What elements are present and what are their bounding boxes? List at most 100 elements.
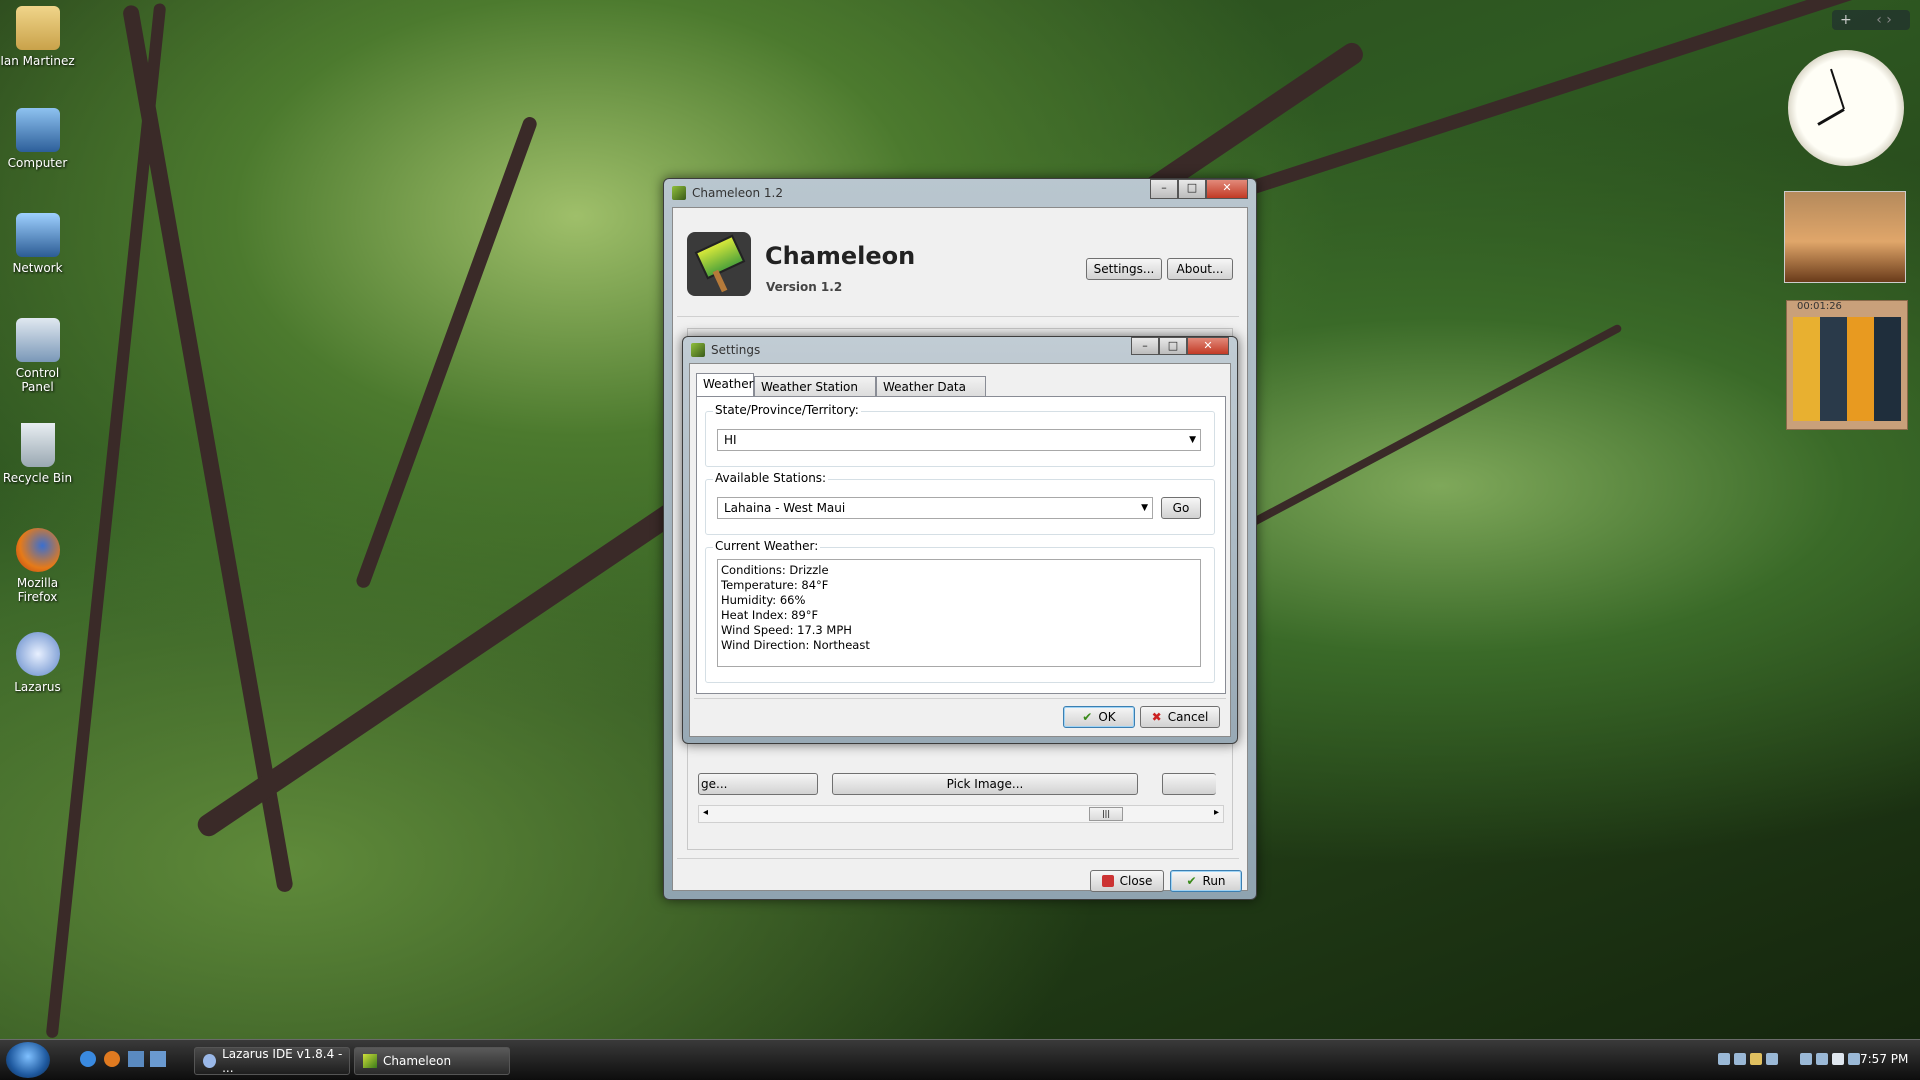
tab-panel: State/Province/Territory: HI ▼ Available…: [696, 396, 1226, 694]
desktop-icon-label: Network: [12, 261, 63, 275]
station-value: Lahaina - West Maui: [724, 501, 846, 515]
footer-divider: [677, 858, 1239, 859]
desktop-icon-network[interactable]: Network: [0, 213, 75, 275]
tray-icon-1[interactable]: [1718, 1053, 1730, 1065]
cancel-button[interactable]: ✖ Cancel: [1140, 706, 1220, 728]
header-panel: Chameleon Version 1.2 Settings... About.…: [677, 212, 1239, 317]
chameleon-logo-icon: [687, 232, 751, 296]
weather-line: Conditions: Drizzle: [721, 563, 829, 577]
scroll-right-icon[interactable]: ▸: [1214, 807, 1219, 818]
taskbar-item-label: Chameleon: [383, 1054, 452, 1068]
dialog-client: Weather Weather Station XML Weather Data…: [689, 363, 1231, 737]
dropdown-arrow-icon: ▼: [1141, 503, 1148, 513]
settings-dialog: Settings – □ ✕ Weather Weather Station X…: [682, 336, 1238, 744]
window-title: Chameleon 1.2: [692, 186, 783, 200]
app-version: Version 1.2: [766, 280, 843, 294]
dialog-maximize-button[interactable]: □: [1159, 337, 1187, 355]
quicklaunch-switch-icon[interactable]: [150, 1051, 166, 1067]
chameleon-small-icon: [363, 1054, 377, 1068]
weather-line: Wind Speed: 17.3 MPH: [721, 623, 852, 637]
pick-image-left-button[interactable]: ge...: [698, 773, 818, 795]
taskbar-item-chameleon[interactable]: Chameleon: [354, 1047, 510, 1075]
cancel-x-icon: ✖: [1151, 710, 1162, 724]
tray-icon-4[interactable]: [1766, 1053, 1778, 1065]
tab-weather[interactable]: Weather: [696, 373, 754, 396]
desktop-icon-control-panel[interactable]: Control Panel: [0, 318, 75, 394]
about-button[interactable]: About...: [1167, 258, 1233, 280]
horizontal-scrollbar[interactable]: ◂ ||| ▸: [698, 805, 1224, 823]
tray-icon-3[interactable]: [1750, 1053, 1762, 1065]
recycle-bin-icon: [20, 423, 55, 467]
close-button-label: Close: [1119, 874, 1153, 888]
maximize-button[interactable]: □: [1178, 179, 1206, 199]
desktop-icon-firefox[interactable]: Mozilla Firefox: [0, 528, 75, 604]
tab-weather-station-xml[interactable]: Weather Station XML: [754, 376, 876, 414]
dropdown-arrow-icon: ▼: [1189, 435, 1196, 445]
quicklaunch-ie-icon[interactable]: [80, 1051, 96, 1067]
lazarus-icon: [15, 632, 60, 676]
desktop-icon-label: Mozilla Firefox: [16, 576, 59, 604]
desktop-icon-computer[interactable]: Computer: [0, 108, 75, 170]
tray-icon-5[interactable]: [1800, 1053, 1812, 1065]
timer-label: 00:01:26: [1797, 301, 1842, 312]
desktop-icon-lazarus[interactable]: Lazarus: [0, 632, 75, 694]
dialog-close-button[interactable]: ✕: [1187, 337, 1229, 355]
check-icon: ✔: [1186, 874, 1197, 888]
gadget-toolbar[interactable]: + ‹ ›: [1832, 10, 1910, 30]
nav-arrows-icon[interactable]: ‹ ›: [1876, 12, 1892, 28]
close-button[interactable]: Close: [1090, 870, 1164, 892]
firefox-icon: [15, 528, 60, 572]
lazarus-small-icon: [203, 1054, 217, 1068]
slideshow-gadget[interactable]: [1784, 191, 1906, 283]
start-button[interactable]: [6, 1042, 50, 1078]
clock-minute-hand: [1830, 68, 1845, 110]
dialog-app-icon: [691, 343, 705, 357]
quicklaunch-firefox-icon[interactable]: [104, 1051, 120, 1067]
dialog-footer-divider: [694, 698, 1226, 699]
weather-text-area[interactable]: Conditions: Drizzle Temperature: 84°F Hu…: [717, 559, 1201, 667]
desktop-icon-label: Computer: [7, 156, 68, 170]
desktop-icon-recycle-bin[interactable]: Recycle Bin: [0, 423, 75, 485]
app-name: Chameleon: [765, 242, 916, 270]
safely-remove-icon[interactable]: [1848, 1053, 1860, 1065]
stations-label: Available Stations:: [713, 471, 829, 485]
pick-image-button[interactable]: Pick Image...: [832, 773, 1138, 795]
state-label: State/Province/Territory:: [713, 403, 861, 417]
scroll-thumb[interactable]: |||: [1089, 807, 1123, 821]
tray-icon-2[interactable]: [1734, 1053, 1746, 1065]
clock-gadget[interactable]: [1788, 50, 1904, 166]
close-window-button[interactable]: ✕: [1206, 179, 1248, 199]
taskbar-item-lazarus[interactable]: Lazarus IDE v1.8.4 - ...: [194, 1047, 350, 1075]
run-button[interactable]: ✔ Run: [1170, 870, 1242, 892]
weather-line: Temperature: 84°F: [721, 578, 829, 592]
settings-button[interactable]: Settings...: [1086, 258, 1162, 280]
puzzle-gadget[interactable]: 00:01:26: [1786, 300, 1908, 430]
weather-line: Heat Index: 89°F: [721, 608, 819, 622]
volume-tray-icon[interactable]: [1832, 1053, 1844, 1065]
pick-image-right-button[interactable]: [1162, 773, 1216, 795]
control-panel-icon: [15, 318, 60, 362]
state-value: HI: [724, 433, 737, 447]
computer-icon: [15, 108, 60, 152]
add-gadget-icon[interactable]: +: [1840, 12, 1852, 28]
weather-line: Wind Direction: Northeast: [721, 638, 870, 652]
taskbar-clock[interactable]: 7:57 PM: [1860, 1052, 1908, 1066]
quicklaunch-desktop-icon[interactable]: [128, 1051, 144, 1067]
minimize-button[interactable]: –: [1150, 179, 1178, 199]
desktop-icon-label: Recycle Bin: [2, 471, 73, 485]
desktop-icon-user-folder[interactable]: Ian Martinez: [0, 6, 75, 68]
taskbar-item-label: Lazarus IDE v1.8.4 - ...: [222, 1047, 343, 1075]
current-weather-label: Current Weather:: [713, 539, 821, 553]
dialog-minimize-button[interactable]: –: [1131, 337, 1159, 355]
tab-weather-data-xml[interactable]: Weather Data XML: [876, 376, 986, 414]
puzzle-grid[interactable]: [1793, 317, 1901, 421]
go-button[interactable]: Go: [1161, 497, 1201, 519]
state-combo[interactable]: HI ▼: [717, 429, 1201, 451]
network-icon: [15, 213, 60, 257]
weather-line: Humidity: 66%: [721, 593, 806, 607]
station-combo[interactable]: Lahaina - West Maui ▼: [717, 497, 1153, 519]
ok-button[interactable]: ✔ OK: [1063, 706, 1135, 728]
desktop-icon-label: Lazarus: [14, 680, 61, 694]
network-tray-icon[interactable]: [1816, 1053, 1828, 1065]
scroll-left-icon[interactable]: ◂: [703, 807, 708, 818]
